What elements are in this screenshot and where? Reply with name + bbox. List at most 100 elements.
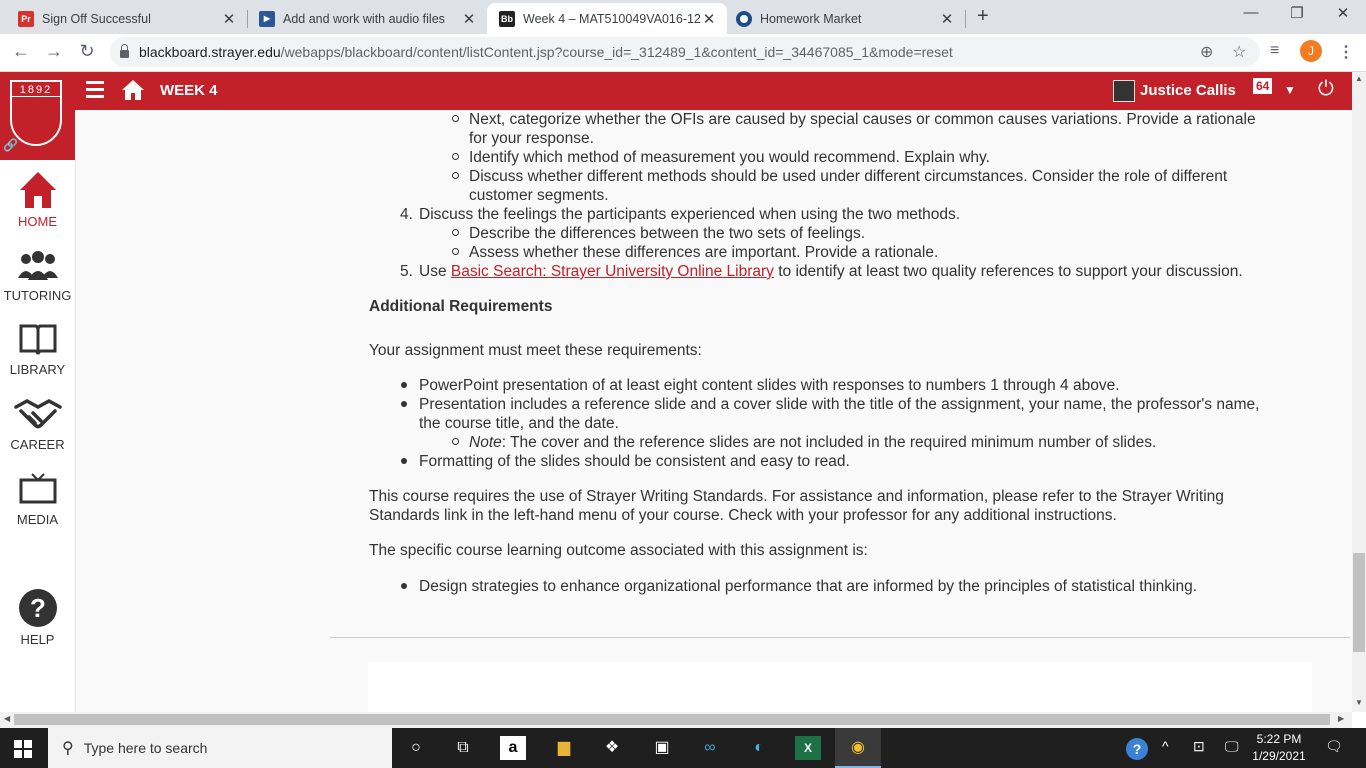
sub-item-text: for your response. <box>469 130 594 147</box>
circle-bullet <box>452 172 459 179</box>
notification-center-icon[interactable]: 🗨 <box>1325 738 1343 755</box>
nav-home[interactable]: HOME <box>0 170 75 229</box>
scroll-up-icon[interactable]: ▲ <box>1355 74 1363 83</box>
home-icon <box>19 172 56 208</box>
back-icon[interactable]: ← <box>10 41 32 62</box>
minimize-icon[interactable]: — <box>1236 4 1266 21</box>
sub-item-text: Identify which method of measurement you… <box>469 149 990 166</box>
file-explorer-icon[interactable]: ▆ <box>551 736 577 760</box>
tab-title: Week 4 – MAT510049VA016-121 <box>523 11 701 26</box>
requirement-text: the course title, and the date. <box>419 415 619 432</box>
tab-title: Sign Off Successful <box>42 11 151 26</box>
close-tab-icon[interactable]: ✕ <box>461 10 477 28</box>
lock-icon <box>120 44 129 58</box>
bookmark-star-icon[interactable]: ☆ <box>1232 42 1246 62</box>
sub-item-text: Describe the differences between the two… <box>469 225 866 242</box>
dropbox-icon[interactable]: ❖ <box>599 736 625 760</box>
sub-item-text: Discuss whether different methods should… <box>469 168 1228 185</box>
browser-toolbar: ← → ↻ blackboard.strayer.edu/webapps/bla… <box>0 34 1366 72</box>
media-control-icon[interactable]: ≡ <box>1270 42 1279 60</box>
nav-help[interactable]: ? HELP <box>0 588 75 647</box>
homework-market-icon <box>736 10 752 27</box>
left-nav: HOME TUTORING LIBRARY CAREER MEDIA ? HEL… <box>0 160 76 712</box>
nav-tutoring[interactable]: TUTORING <box>0 250 75 303</box>
infinity-app-icon[interactable]: ∞ <box>697 736 723 760</box>
task-view-icon[interactable]: ⧉ <box>450 736 476 760</box>
amazon-icon[interactable]: a <box>500 736 526 760</box>
nav-label: MEDIA <box>16 512 59 527</box>
cortana-icon[interactable]: ○ <box>403 736 429 760</box>
user-avatar[interactable] <box>1113 80 1135 102</box>
clock-date: 1/29/2021 <box>1252 749 1306 763</box>
scroll-left-icon[interactable]: ◀ <box>4 714 10 723</box>
forward-icon[interactable]: → <box>43 41 65 62</box>
url-host: blackboard.strayer.edu <box>139 44 281 60</box>
home-icon[interactable] <box>121 79 145 101</box>
zoom-icon[interactable]: ⊕ <box>1200 42 1213 62</box>
horizontal-scroll-thumb[interactable] <box>14 714 1330 725</box>
link-icon[interactable]: 🔗 <box>3 138 18 152</box>
browser-tab-homework-market[interactable]: Homework Market ✕ <box>718 3 965 34</box>
handshake-icon <box>13 399 62 429</box>
list-item-text: Use Basic Search: Strayer University Onl… <box>419 262 1243 281</box>
nav-label: LIBRARY <box>9 362 66 377</box>
shield-icon <box>10 80 62 146</box>
nav-career[interactable]: CAREER <box>0 397 75 452</box>
url-path: /webapps/blackboard/content/listContent.… <box>280 44 953 60</box>
library-search-link[interactable]: Basic Search: Strayer University Online … <box>451 263 774 280</box>
vertical-scroll-thumb[interactable] <box>1353 553 1365 652</box>
blackboard-icon: Bb <box>499 10 515 27</box>
close-tab-icon[interactable]: ✕ <box>939 10 955 28</box>
profile-avatar[interactable]: J <box>1300 40 1322 62</box>
reload-icon[interactable]: ↻ <box>76 41 98 62</box>
edge-icon[interactable]: ◐ <box>746 736 772 760</box>
note-label: Note <box>469 434 502 451</box>
device-icon[interactable]: ⊡ <box>1193 738 1205 755</box>
network-icon[interactable]: 🖵 <box>1225 738 1239 755</box>
menu-icon[interactable]: ⋮ <box>1338 42 1354 62</box>
excel-icon[interactable]: X <box>795 736 821 760</box>
taskbar-search-box[interactable]: ⚲ Type here to search <box>48 728 392 768</box>
chevron-up-icon[interactable]: ^ <box>1162 738 1169 754</box>
list-item-text-pre: Use <box>419 263 447 280</box>
circle-bullet <box>452 153 459 160</box>
help-tray-icon[interactable]: ? <box>1126 738 1148 760</box>
list-number: 5. <box>400 263 413 280</box>
address-bar[interactable]: blackboard.strayer.edu/webapps/blackboar… <box>110 37 1260 67</box>
browser-tab-week4[interactable]: Bb Week 4 – MAT510049VA016-121 ✕ <box>487 3 727 34</box>
circle-bullet <box>452 438 459 445</box>
svg-text:?: ? <box>30 593 46 623</box>
store-icon[interactable]: ▣ <box>649 736 675 760</box>
circle-bullet <box>452 229 459 236</box>
notification-badge[interactable]: 64 <box>1253 78 1273 94</box>
chevron-down-icon[interactable]: ▼ <box>1284 83 1296 97</box>
scroll-down-icon[interactable]: ▼ <box>1355 698 1363 707</box>
close-tab-icon[interactable]: ✕ <box>221 10 237 28</box>
note-body: : The cover and the reference slides are… <box>501 434 1157 451</box>
browser-tab-audio-files[interactable]: ▶ Add and work with audio files ✕ <box>241 3 487 34</box>
nav-media[interactable]: MEDIA <box>0 472 75 527</box>
close-window-icon[interactable]: ✕ <box>1328 4 1358 22</box>
chrome-icon[interactable]: ◉ <box>845 736 871 760</box>
browser-tab-sign-off[interactable]: Pr Sign Off Successful ✕ <box>0 3 247 34</box>
paragraph: The specific course learning outcome ass… <box>369 542 868 559</box>
tab-divider <box>965 10 966 28</box>
scroll-right-icon[interactable]: ▶ <box>1338 714 1344 723</box>
tab-title: Add and work with audio files <box>283 11 445 26</box>
list-number: 4. <box>400 206 413 223</box>
close-tab-icon[interactable]: ✕ <box>701 10 717 28</box>
hamburger-menu-icon[interactable] <box>86 81 104 102</box>
new-tab-button[interactable]: + <box>977 5 989 28</box>
tab-title: Homework Market <box>760 11 862 26</box>
windows-start-icon[interactable] <box>14 740 32 758</box>
disc-bullet <box>401 583 407 589</box>
power-icon[interactable]: ⏻ <box>1318 78 1334 101</box>
system-clock[interactable]: 5:22 PM 1/29/2021 <box>1250 731 1308 765</box>
user-name[interactable]: Justice Callis <box>1140 82 1236 99</box>
university-logo[interactable]: 1892 🔗 <box>0 72 75 160</box>
requirement-text: PowerPoint presentation of at least eigh… <box>419 377 1120 394</box>
restore-icon[interactable]: ❐ <box>1282 4 1312 22</box>
sub-item-text: Next, categorize whether the OFIs are ca… <box>469 111 1256 128</box>
nav-library[interactable]: LIBRARY <box>0 322 75 377</box>
paragraph: Standards link in the left-hand menu of … <box>369 507 1117 524</box>
